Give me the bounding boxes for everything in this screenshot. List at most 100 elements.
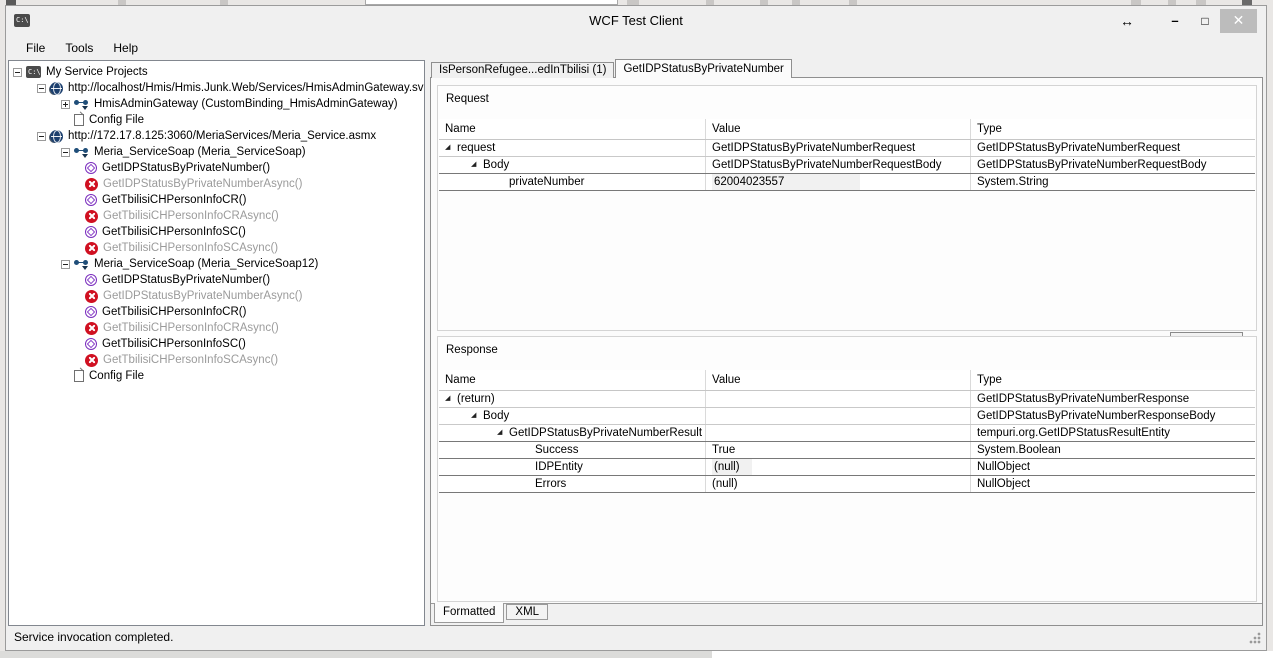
tree-item-label: GetIDPStatusByPrivateNumber() bbox=[102, 162, 270, 174]
expand-arrow-icon[interactable] bbox=[497, 425, 509, 441]
tree-item-label: GetTbilisiCHPersonInfoSCAsync() bbox=[103, 242, 278, 254]
tree-item-label: HmisAdminGateway (CustomBinding_HmisAdmi… bbox=[94, 98, 398, 110]
tree-item-label: GetTbilisiCHPersonInfoSC() bbox=[102, 226, 246, 238]
tab-getidpstatusbyprivatenumber[interactable]: GetIDPStatusByPrivateNumber bbox=[615, 59, 791, 78]
tree-item-label: Config File bbox=[89, 370, 144, 382]
collapse-toggle-icon[interactable] bbox=[37, 132, 46, 141]
expand-arrow-icon[interactable] bbox=[471, 408, 483, 424]
wcf-test-client-window: WCF Test Client ↔ – □ ✕ File Tools Help … bbox=[5, 5, 1267, 651]
operation-panel: IsPersonRefugee...edInTbilisi (1) GetIDP… bbox=[430, 60, 1263, 626]
cell-type: GetIDPStatusByPrivateNumberRequestBody bbox=[970, 157, 1255, 173]
window-title: WCF Test Client bbox=[6, 6, 1266, 35]
tree-item-method-disabled[interactable]: GetIDPStatusByPrivateNumberAsync() bbox=[9, 176, 424, 192]
response-row[interactable]: Errors (null) NullObject bbox=[439, 476, 1255, 493]
tab-xml[interactable]: XML bbox=[506, 604, 548, 620]
tree-item-method[interactable]: GetTbilisiCHPersonInfoCR() bbox=[9, 192, 424, 208]
tree-item-root[interactable]: My Service Projects bbox=[9, 64, 424, 80]
tree-item-endpoint[interactable]: Meria_ServiceSoap (Meria_ServiceSoap) bbox=[9, 144, 424, 160]
close-button[interactable]: ✕ bbox=[1220, 9, 1257, 33]
column-header-name[interactable]: Name bbox=[439, 119, 705, 139]
tree-item-method-disabled[interactable]: GetTbilisiCHPersonInfoSCAsync() bbox=[9, 352, 424, 368]
error-icon bbox=[85, 242, 98, 255]
collapse-toggle-icon[interactable] bbox=[61, 260, 70, 269]
tree-item-label: Meria_ServiceSoap (Meria_ServiceSoap) bbox=[94, 146, 306, 158]
tree-item-label: http://172.17.8.125:3060/MeriaServices/M… bbox=[68, 130, 376, 142]
minimize-button[interactable]: – bbox=[1160, 9, 1190, 33]
cell-name: Success bbox=[523, 442, 578, 458]
tree-item-method[interactable]: GetIDPStatusByPrivateNumber() bbox=[9, 272, 424, 288]
column-header-type[interactable]: Type bbox=[970, 119, 1255, 139]
tree-item-label: Meria_ServiceSoap (Meria_ServiceSoap12) bbox=[94, 258, 318, 270]
method-icon bbox=[85, 338, 97, 350]
web-service-icon bbox=[50, 130, 63, 143]
response-row[interactable]: (return) GetIDPStatusByPrivateNumberResp… bbox=[439, 391, 1255, 408]
tab-formatted[interactable]: Formatted bbox=[434, 603, 504, 623]
collapse-toggle-icon[interactable] bbox=[61, 148, 70, 157]
tree-item-method-disabled[interactable]: GetIDPStatusByPrivateNumberAsync() bbox=[9, 288, 424, 304]
menubar: File Tools Help bbox=[6, 35, 1266, 60]
service-tree-panel: My Service Projects http://localhost/Hmi… bbox=[8, 60, 425, 626]
collapse-toggle-icon[interactable] bbox=[13, 68, 22, 77]
cell-value bbox=[705, 408, 970, 424]
statusbar: Service invocation completed. bbox=[6, 626, 1266, 650]
maximize-button[interactable]: □ bbox=[1190, 9, 1220, 33]
config-file-icon bbox=[74, 370, 84, 382]
tree-item-method[interactable]: GetTbilisiCHPersonInfoCR() bbox=[9, 304, 424, 320]
response-row[interactable]: Body GetIDPStatusByPrivateNumberResponse… bbox=[439, 408, 1255, 425]
expand-arrow-icon[interactable] bbox=[471, 157, 483, 173]
column-header-type[interactable]: Type bbox=[970, 370, 1255, 390]
tree-item-method[interactable]: GetTbilisiCHPersonInfoSC() bbox=[9, 336, 424, 352]
config-file-icon bbox=[74, 114, 84, 126]
menu-tools[interactable]: Tools bbox=[55, 36, 103, 60]
tree-item-label: GetTbilisiCHPersonInfoSC() bbox=[102, 338, 246, 350]
tree-item-method-disabled[interactable]: GetTbilisiCHPersonInfoSCAsync() bbox=[9, 240, 424, 256]
tree-item-service-url[interactable]: http://localhost/Hmis/Hmis.Junk.Web/Serv… bbox=[9, 80, 424, 96]
operation-tabstrip: IsPersonRefugee...edInTbilisi (1) GetIDP… bbox=[431, 60, 793, 78]
tree-item-config-file[interactable]: Config File bbox=[9, 112, 424, 128]
cell-value: (null) bbox=[705, 476, 970, 492]
tree-item-endpoint[interactable]: HmisAdminGateway (CustomBinding_HmisAdmi… bbox=[9, 96, 424, 112]
request-row[interactable]: privateNumber 62004023557 System.String bbox=[439, 174, 1255, 191]
titlebar[interactable]: WCF Test Client ↔ – □ ✕ bbox=[6, 6, 1266, 35]
tab-ispersonrefugee[interactable]: IsPersonRefugee...edInTbilisi (1) bbox=[431, 62, 614, 78]
column-header-value[interactable]: Value bbox=[705, 370, 970, 390]
request-label: Request bbox=[446, 93, 489, 105]
request-row[interactable]: request GetIDPStatusByPrivateNumberReque… bbox=[439, 140, 1255, 157]
cell-value: True bbox=[705, 442, 970, 458]
response-row[interactable]: GetIDPStatusByPrivateNumberResult tempur… bbox=[439, 425, 1255, 442]
column-header-value[interactable]: Value bbox=[705, 119, 970, 139]
expand-toggle-icon[interactable] bbox=[61, 100, 70, 109]
tree-item-label: GetTbilisiCHPersonInfoCR() bbox=[102, 194, 246, 206]
tree-item-endpoint[interactable]: Meria_ServiceSoap (Meria_ServiceSoap12) bbox=[9, 256, 424, 272]
web-service-icon bbox=[50, 82, 63, 95]
tree-item-method-disabled[interactable]: GetTbilisiCHPersonInfoCRAsync() bbox=[9, 208, 424, 224]
collapse-toggle-icon[interactable] bbox=[37, 84, 46, 93]
resize-grip[interactable] bbox=[1249, 632, 1261, 644]
response-row[interactable]: IDPEntity (null) NullObject bbox=[439, 459, 1255, 476]
menu-help[interactable]: Help bbox=[103, 36, 148, 60]
expand-arrow-icon[interactable] bbox=[445, 140, 457, 156]
tree-item-method[interactable]: GetTbilisiCHPersonInfoSC() bbox=[9, 224, 424, 240]
tree-item-label: GetTbilisiCHPersonInfoCRAsync() bbox=[103, 210, 279, 222]
cell-value: GetIDPStatusByPrivateNumberRequestBody bbox=[705, 157, 970, 173]
tree-item-method-disabled[interactable]: GetTbilisiCHPersonInfoCRAsync() bbox=[9, 320, 424, 336]
response-label: Response bbox=[446, 344, 498, 356]
method-icon bbox=[85, 194, 97, 206]
request-row[interactable]: Body GetIDPStatusByPrivateNumberRequestB… bbox=[439, 157, 1255, 174]
cell-type: GetIDPStatusByPrivateNumberRequest bbox=[970, 140, 1255, 156]
tab-content: Request Name Value Type request GetIDPSt… bbox=[430, 77, 1263, 626]
cell-name: Errors bbox=[523, 476, 566, 492]
cell-name: Body bbox=[483, 159, 509, 171]
endpoint-icon bbox=[74, 146, 89, 158]
expand-arrow-icon[interactable] bbox=[445, 391, 457, 407]
column-header-name[interactable]: Name bbox=[439, 370, 705, 390]
tree-item-method[interactable]: GetIDPStatusByPrivateNumber() bbox=[9, 160, 424, 176]
cell-type: GetIDPStatusByPrivateNumberResponseBody bbox=[970, 408, 1255, 424]
tree-item-config-file[interactable]: Config File bbox=[9, 368, 424, 384]
response-row[interactable]: Success True System.Boolean bbox=[439, 442, 1255, 459]
tree-item-service-url[interactable]: http://172.17.8.125:3060/MeriaServices/M… bbox=[9, 128, 424, 144]
status-message: Service invocation completed. bbox=[14, 626, 173, 649]
tree-item-label: GetTbilisiCHPersonInfoCR() bbox=[102, 306, 246, 318]
value-edit-field[interactable]: 62004023557 bbox=[712, 174, 860, 190]
menu-file[interactable]: File bbox=[16, 36, 55, 60]
